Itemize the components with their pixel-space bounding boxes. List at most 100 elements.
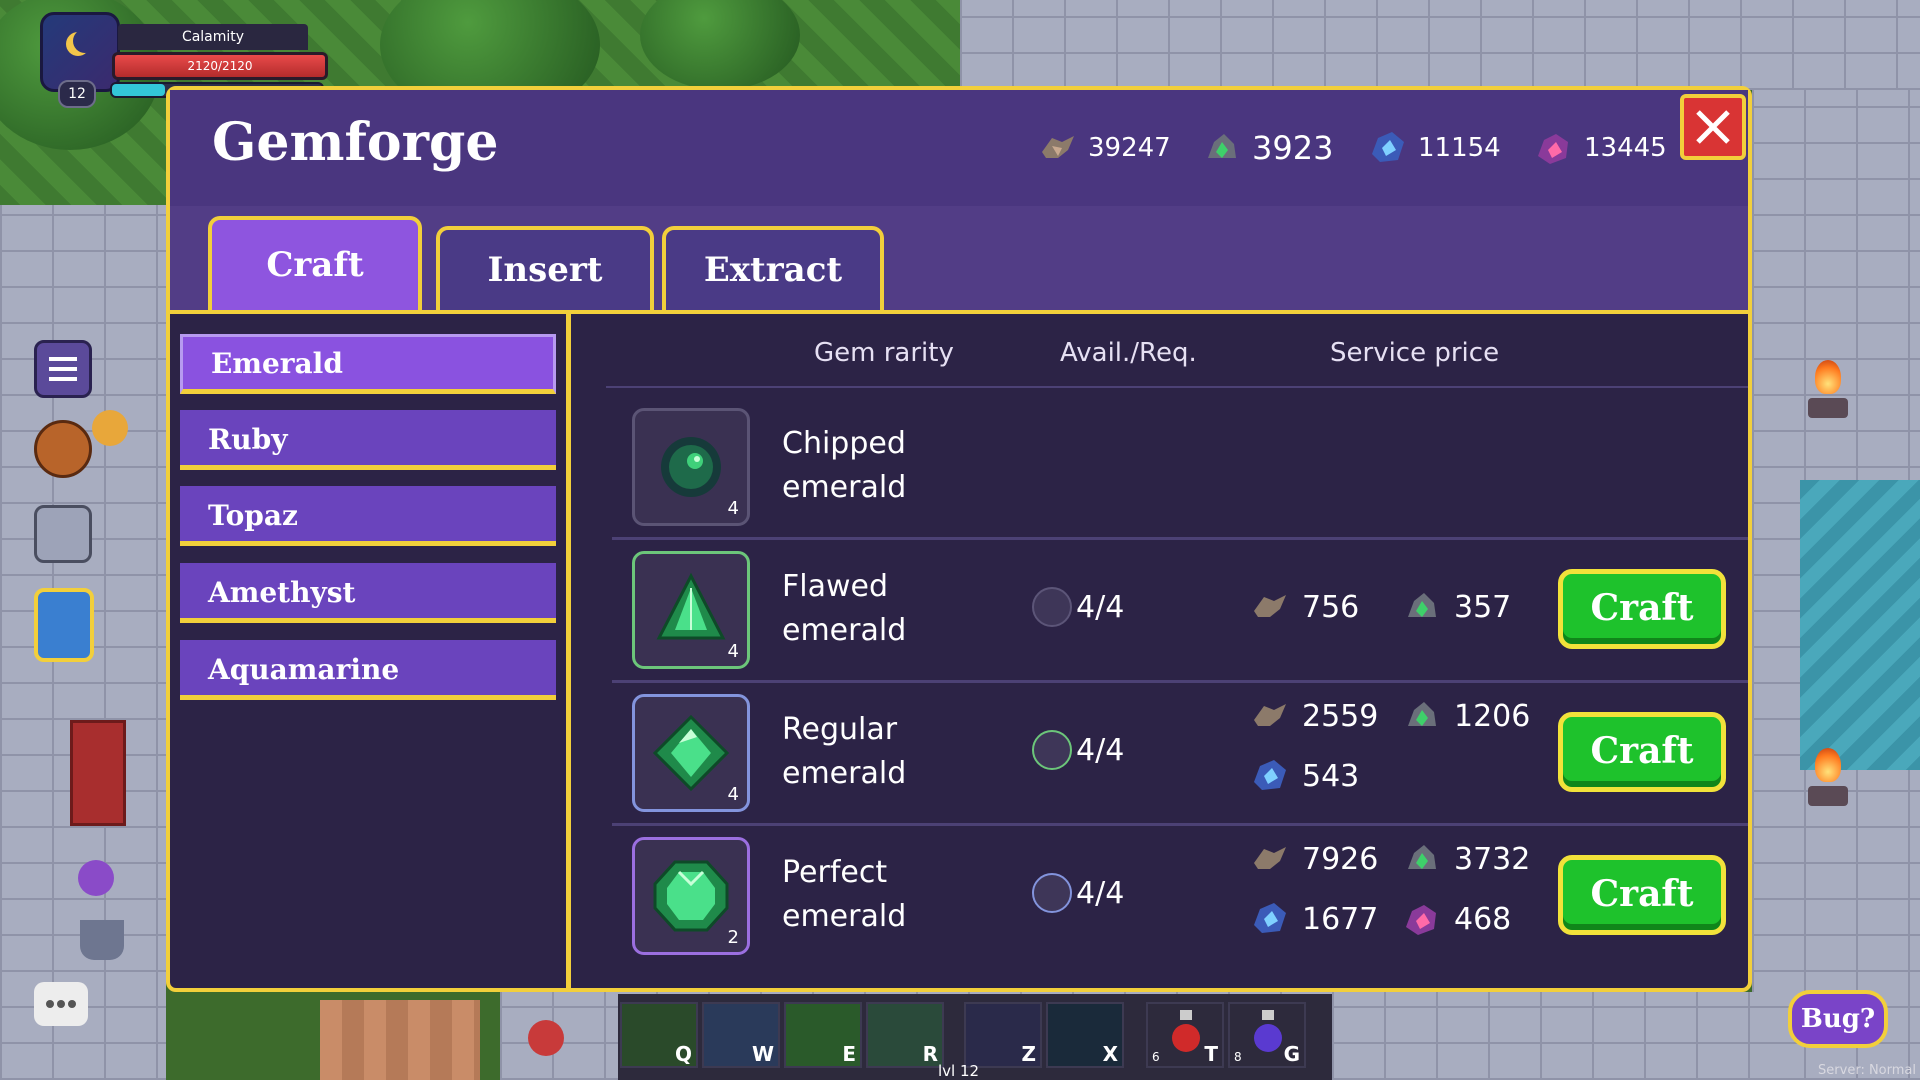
backpack-icon[interactable] [34, 420, 92, 478]
gem-name-line: Perfect [782, 855, 888, 890]
brown-ore-icon [1254, 847, 1286, 869]
price-purple: 468 [1402, 899, 1511, 939]
gem-name: Regular emerald [782, 708, 952, 796]
hotkey-label: W [751, 1042, 774, 1066]
currency-brown: 39247 [1038, 126, 1171, 170]
panel-title: Gemforge [212, 112, 499, 173]
gem-type-emerald[interactable]: Emerald [180, 334, 556, 394]
flawed-emerald-icon [656, 572, 726, 640]
skill-slot-x[interactable]: X [1046, 1002, 1124, 1068]
hotkey-label: E [842, 1042, 856, 1066]
stone-wall [960, 0, 1920, 90]
table-row: 4 Regular emerald 4/4 2559 1206 543 Craf… [612, 680, 1748, 826]
blue-ore-icon [1254, 760, 1286, 790]
skill-slot-e[interactable]: E [784, 1002, 862, 1068]
currency-purple: 13445 [1534, 126, 1667, 170]
price-amount: 357 [1454, 589, 1512, 625]
currency-green: 3923 [1202, 126, 1333, 170]
gem-type-amethyst[interactable]: Amethyst [180, 563, 556, 623]
craft-button[interactable]: Craft [1558, 569, 1726, 649]
item-count: 8 [1234, 1050, 1242, 1064]
regular-emerald-icon [652, 714, 730, 792]
price-amount: 543 [1302, 758, 1360, 794]
perfect-emerald-icon [653, 860, 729, 932]
item-slot-t[interactable]: 6 T [1146, 1002, 1224, 1068]
tab-extract[interactable]: Extract [662, 226, 884, 310]
player-level-badge: 12 [58, 80, 96, 108]
skill-slot-r[interactable]: R [866, 1002, 944, 1068]
health-text: 2120/2120 [187, 59, 253, 73]
flower [78, 860, 114, 896]
gem-name-line: Regular [782, 712, 898, 747]
green-ore-icon [1408, 593, 1436, 617]
gem-count: 4 [727, 498, 739, 519]
skill-slot-z[interactable]: Z [964, 1002, 1042, 1068]
tab-craft[interactable]: Craft [208, 216, 422, 310]
gem-count: 4 [727, 784, 739, 805]
red-carpet [70, 720, 126, 826]
spellbook-icon[interactable] [34, 588, 94, 662]
item-slot-g[interactable]: 8 G [1228, 1002, 1306, 1068]
mana-potion-icon [1254, 1010, 1282, 1052]
header-divider [606, 386, 1748, 388]
tab-row: Craft Insert Extract [170, 206, 1748, 314]
hotkey-label: T [1204, 1042, 1218, 1066]
price-green: 3732 [1402, 839, 1530, 879]
flower-pot [80, 920, 124, 960]
tab-label: Extract [703, 250, 843, 290]
price-amount: 7926 [1302, 841, 1379, 877]
brown-ore-icon [1254, 595, 1286, 617]
menu-icon[interactable] [34, 340, 92, 398]
price-amount: 3732 [1454, 841, 1531, 877]
gem-slot[interactable]: 2 [632, 837, 750, 955]
armor-icon[interactable] [34, 505, 92, 563]
green-ore-icon [1208, 134, 1236, 158]
gem-name-line: emerald [782, 470, 907, 505]
close-button[interactable] [1680, 94, 1746, 160]
gem-slot[interactable]: 4 [632, 408, 750, 526]
price-amount: 468 [1454, 901, 1512, 937]
gem-count: 4 [727, 641, 739, 662]
health-potion-icon [1172, 1010, 1200, 1052]
price-blue: 1677 [1250, 899, 1378, 939]
gemforge-panel: Gemforge 39247 3923 11154 13445 Craft In… [166, 86, 1752, 992]
level-label: lvl 12 [938, 1062, 980, 1080]
gem-slot[interactable]: 4 [632, 694, 750, 812]
bug-report-button[interactable]: Bug? [1788, 990, 1888, 1048]
skill-slot-q[interactable]: Q [620, 1002, 698, 1068]
craft-button[interactable]: Craft [1558, 855, 1726, 935]
craft-button[interactable]: Craft [1558, 712, 1726, 792]
flower [92, 410, 128, 446]
hotkey-label: G [1283, 1042, 1300, 1066]
gem-type-aquamarine[interactable]: Aquamarine [180, 640, 556, 700]
avail-required: 4/4 [1032, 587, 1124, 627]
skill-slot-w[interactable]: W [702, 1002, 780, 1068]
column-header-price: Service price [1330, 338, 1500, 368]
hotkey-label: Z [1021, 1042, 1036, 1066]
player-name: Calamity [118, 24, 308, 50]
currency-amount: 3923 [1252, 129, 1334, 167]
wood-floor [320, 1000, 480, 1080]
green-ore-icon [1408, 702, 1436, 726]
tab-label: Craft [266, 245, 364, 285]
gem-count: 2 [727, 927, 739, 948]
brown-ore-icon [1254, 704, 1286, 726]
table-row: 4 Chipped emerald [612, 394, 1748, 540]
tab-insert[interactable]: Insert [436, 226, 654, 310]
price-amount: 2559 [1302, 698, 1379, 734]
avail-required: 4/4 [1032, 873, 1124, 913]
chat-icon[interactable] [34, 982, 88, 1026]
purple-ore-icon [1538, 134, 1568, 164]
gem-type-ruby[interactable]: Ruby [180, 410, 556, 470]
gem-slot[interactable]: 4 [632, 551, 750, 669]
currency-amount: 13445 [1584, 133, 1667, 163]
price-blue: 543 [1250, 756, 1359, 796]
gem-name: Perfect emerald [782, 851, 952, 939]
gem-name-line: Chipped [782, 426, 906, 461]
gem-type-topaz[interactable]: Topaz [180, 486, 556, 546]
panel-header: Gemforge 39247 3923 11154 13445 [170, 90, 1748, 210]
torch [1808, 748, 1848, 818]
flower [528, 1020, 564, 1056]
gem-name-line: emerald [782, 756, 907, 791]
gem-table: Gem rarity Avail./Req. Service price 4 C… [590, 314, 1748, 988]
